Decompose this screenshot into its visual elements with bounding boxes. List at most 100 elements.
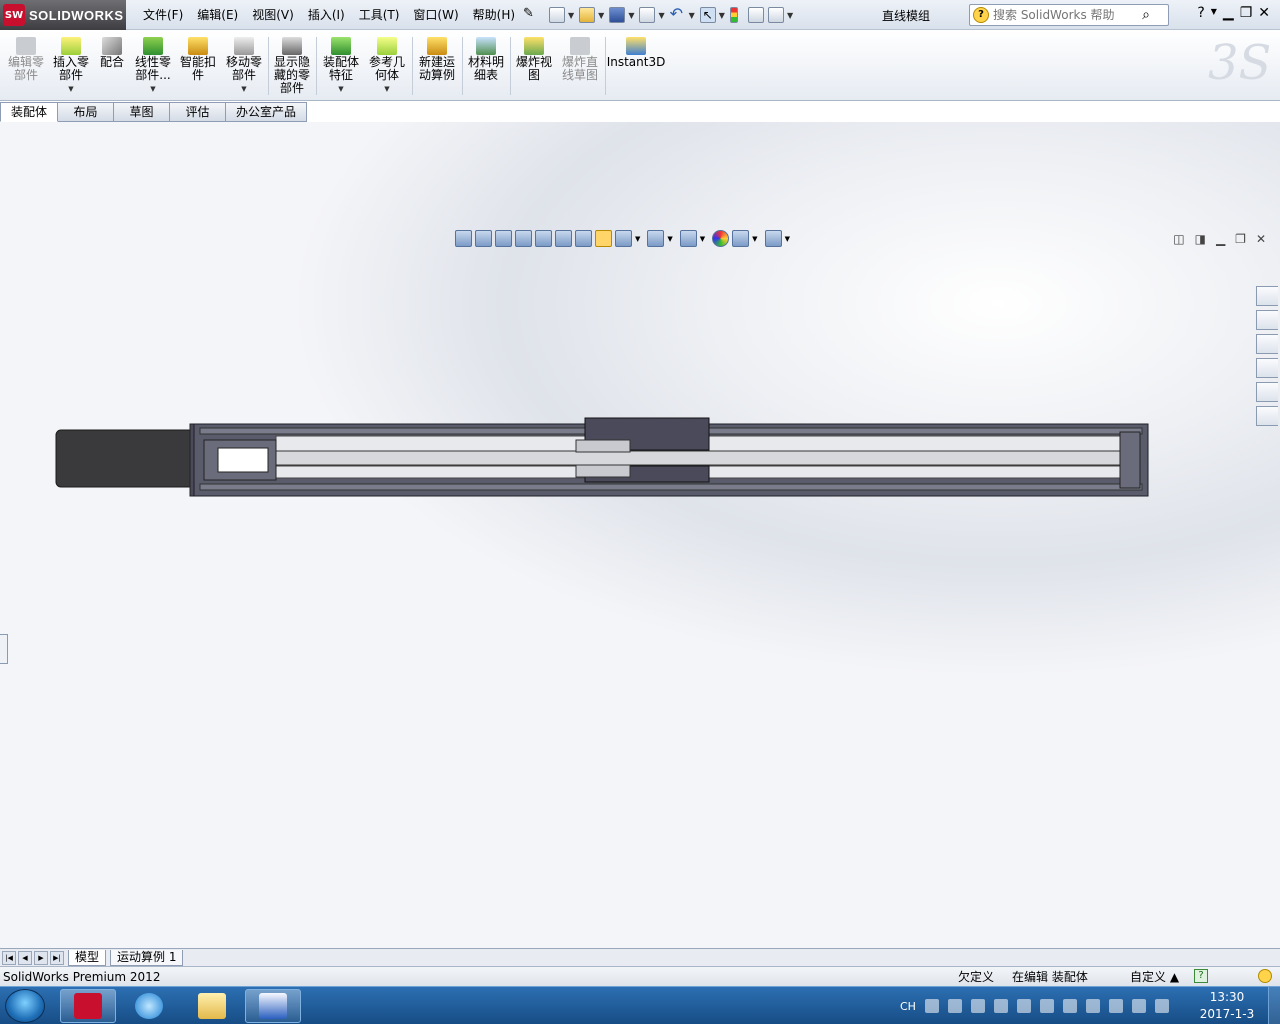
menu-file[interactable]: 文件(F): [136, 6, 190, 24]
hide-show-items-icon[interactable]: [679, 230, 697, 247]
display-style-icon[interactable]: [647, 230, 665, 247]
file-properties-icon[interactable]: [747, 7, 764, 23]
tooltip-toggle-icon[interactable]: [1258, 969, 1272, 983]
last-tab-icon[interactable]: ▶|: [50, 950, 64, 965]
section-view-icon[interactable]: [595, 230, 612, 247]
tray-flag-icon[interactable]: [1131, 999, 1146, 1013]
assembly-features-dropdown-icon[interactable]: ▼: [338, 83, 343, 96]
exploded-view-button[interactable]: 爆炸视图: [514, 37, 554, 82]
reference-geometry-button[interactable]: 参考几何体 ▼: [366, 37, 408, 96]
tray-update-icon[interactable]: [993, 999, 1008, 1013]
view-orientation-dropdown-icon[interactable]: ▼: [635, 235, 640, 243]
solidworks-resources-icon[interactable]: [1256, 286, 1278, 306]
menu-insert[interactable]: 插入(I): [301, 6, 352, 24]
undo-dropdown-icon[interactable]: ▼: [689, 11, 695, 20]
help-menu-icon[interactable]: ?: [1197, 5, 1204, 21]
bill-of-materials-button[interactable]: 材料明细表: [466, 37, 506, 82]
appearances-scenes-icon[interactable]: [1256, 382, 1278, 402]
hide-show-dropdown-icon[interactable]: ▼: [700, 235, 705, 243]
explode-line-sketch-button[interactable]: 爆炸直线草图: [558, 37, 602, 82]
quick-tips-icon[interactable]: ?: [1194, 969, 1208, 983]
menu-window[interactable]: 窗口(W): [406, 6, 465, 24]
keyboard-icon[interactable]: [924, 999, 939, 1013]
start-button[interactable]: [5, 989, 45, 1023]
split-vertical-icon[interactable]: ◫: [1173, 232, 1184, 246]
assembly-features-button[interactable]: 装配体特征 ▼: [320, 37, 362, 96]
view-orientation-cube-icon[interactable]: [455, 230, 472, 247]
print-dropdown-icon[interactable]: ▼: [658, 11, 664, 20]
display-style-dropdown-icon[interactable]: ▼: [667, 235, 672, 243]
tab-assembly[interactable]: 装配体: [0, 102, 59, 122]
select-arrow-icon[interactable]: ↖: [699, 7, 716, 23]
custom-properties-icon[interactable]: [1256, 406, 1278, 426]
first-tab-icon[interactable]: |◀: [2, 950, 16, 965]
print-icon[interactable]: [639, 7, 656, 23]
new-dropdown-icon[interactable]: ▼: [568, 11, 574, 20]
menu-edit[interactable]: 编辑(E): [190, 6, 245, 24]
menu-tools[interactable]: 工具(T): [352, 6, 407, 24]
insert-component-button[interactable]: 插入零部件 ▼: [50, 37, 92, 96]
linear-pattern-dropdown-icon[interactable]: ▼: [150, 83, 155, 96]
move-component-dropdown-icon[interactable]: ▼: [241, 83, 246, 96]
select-dropdown-icon[interactable]: ▼: [719, 11, 725, 20]
tray-shield-icon[interactable]: [1039, 999, 1054, 1013]
tray-app-icon[interactable]: [1062, 999, 1077, 1013]
tray-action-center-icon[interactable]: [1085, 999, 1100, 1013]
menu-help[interactable]: 帮助(H): [466, 6, 522, 24]
open-folder-icon[interactable]: [579, 7, 596, 23]
tab-layout[interactable]: 布局: [58, 102, 115, 122]
feature-manager-expand-handle[interactable]: [0, 634, 8, 664]
options-dropdown-icon[interactable]: ▼: [787, 11, 793, 20]
tab-evaluate[interactable]: 评估: [170, 102, 227, 122]
minimize-icon[interactable]: ▁: [1223, 5, 1234, 21]
show-hidden-components-button[interactable]: 显示隐藏的零部件: [272, 37, 312, 95]
undo-icon[interactable]: ↶: [670, 6, 686, 23]
restore-icon[interactable]: ❐: [1240, 5, 1253, 21]
insert-component-dropdown-icon[interactable]: ▼: [68, 83, 73, 96]
zoom-to-fit-icon[interactable]: [515, 230, 532, 247]
prev-tab-icon[interactable]: ◀: [18, 950, 32, 965]
apply-scene-icon[interactable]: [732, 230, 750, 247]
tray-security-icon[interactable]: [970, 999, 985, 1013]
search-icon[interactable]: ⌕: [1142, 7, 1150, 23]
pin-icon[interactable]: ✎: [523, 7, 537, 23]
tab-motion-study-1[interactable]: 运动算例 1: [110, 949, 184, 966]
search-box[interactable]: ? ⌕: [969, 4, 1169, 26]
help-dropdown-icon[interactable]: ▼: [1211, 5, 1217, 21]
doc-close-icon[interactable]: ✕: [1256, 232, 1266, 246]
search-input[interactable]: [993, 8, 1133, 22]
view-settings-icon[interactable]: [764, 230, 782, 247]
doc-minimize-icon[interactable]: ▁: [1216, 232, 1225, 246]
tray-settings-icon[interactable]: [947, 999, 962, 1013]
menu-view[interactable]: 视图(V): [245, 6, 301, 24]
design-library-icon[interactable]: [1256, 310, 1278, 330]
view-settings-dropdown-icon[interactable]: ▼: [785, 235, 790, 243]
zoom-area-icon[interactable]: [535, 230, 552, 247]
language-indicator[interactable]: CH: [900, 1000, 916, 1013]
graphics-area[interactable]: ▼ ▼ ▼ ▼ ▼ ◫ ◨ ▁ ❐ ✕: [0, 122, 1280, 1018]
rebuild-traffic-light-icon[interactable]: [729, 7, 738, 23]
save-dropdown-icon[interactable]: ▼: [628, 11, 634, 20]
solidworks-logo[interactable]: SW SOLIDWORKS: [0, 0, 126, 30]
open-dropdown-icon[interactable]: ▼: [598, 11, 604, 20]
edit-appearance-icon[interactable]: [712, 230, 730, 247]
view-palette-icon[interactable]: [1256, 358, 1278, 378]
split-horizontal-icon[interactable]: ◨: [1195, 232, 1206, 246]
taskbar-internet-explorer[interactable]: [121, 989, 177, 1023]
show-desktop-button[interactable]: [1268, 987, 1280, 1024]
motor-body[interactable]: [55, 429, 195, 488]
linear-pattern-button[interactable]: 线性零部件... ▼: [132, 37, 174, 96]
options-icon[interactable]: [767, 7, 784, 23]
tab-sketch[interactable]: 草图: [114, 102, 171, 122]
save-icon[interactable]: [609, 7, 626, 23]
new-motion-study-button[interactable]: 新建运动算例: [416, 37, 458, 82]
instant3d-button[interactable]: Instant3D: [607, 37, 665, 69]
taskbar-solidworks[interactable]: [60, 989, 116, 1023]
tab-office-products[interactable]: 办公室产品: [226, 102, 308, 122]
lead-screw[interactable]: [229, 450, 1131, 466]
next-tab-icon[interactable]: ▶: [34, 950, 48, 965]
taskbar-word[interactable]: [245, 989, 301, 1023]
system-clock[interactable]: 13:30 2017-1-3: [1196, 989, 1258, 1023]
volume-icon[interactable]: [1154, 999, 1169, 1013]
view-orientation-icon[interactable]: [615, 230, 632, 247]
